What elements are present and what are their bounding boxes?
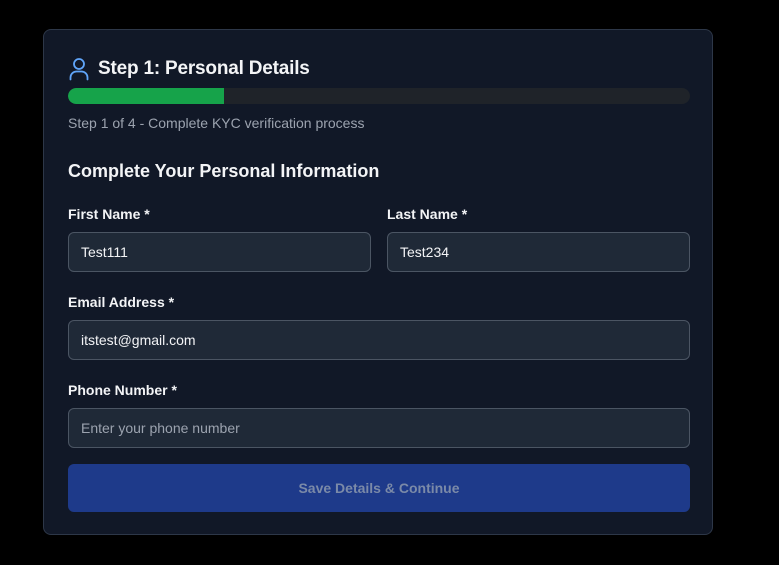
kyc-step-card: Step 1: Personal Details Step 1 of 4 - C… [43, 29, 713, 535]
user-icon [68, 57, 90, 81]
last-name-label: Last Name * [387, 206, 468, 222]
form-heading: Complete Your Personal Information [68, 161, 380, 181]
progress-bar-fill [68, 88, 224, 104]
last-name-input[interactable] [387, 232, 690, 272]
phone-label: Phone Number * [68, 382, 177, 398]
step-header: Step 1: Personal Details [68, 56, 310, 82]
first-name-input[interactable] [68, 232, 371, 272]
save-continue-button[interactable]: Save Details & Continue [68, 464, 690, 512]
progress-bar [68, 88, 690, 104]
email-label: Email Address * [68, 294, 175, 310]
phone-input[interactable] [68, 408, 690, 448]
progress-text: Step 1 of 4 - Complete KYC verification … [68, 115, 365, 131]
email-input[interactable] [68, 320, 690, 360]
step-title: Step 1: Personal Details [98, 58, 310, 79]
first-name-label: First Name * [68, 206, 150, 222]
